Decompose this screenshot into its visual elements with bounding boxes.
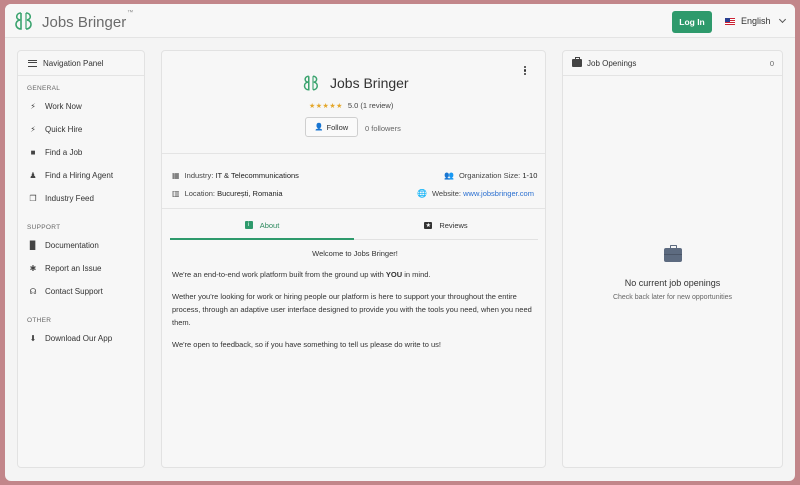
language-label: English	[741, 16, 771, 26]
menu-icon	[28, 59, 37, 67]
industry-info: ▦ Industry: IT & Telecommunications	[172, 171, 299, 180]
logo[interactable]: Jobs Bringer ™	[13, 10, 133, 32]
more-options-icon[interactable]	[524, 65, 528, 76]
app-window: Jobs Bringer ™ Log In English Navigation…	[5, 4, 795, 481]
active-tab-indicator	[170, 238, 354, 240]
sidebar-item-find-hiring-agent[interactable]: ♟ Find a Hiring Agent	[18, 164, 144, 187]
navigation-panel-title: Navigation Panel	[43, 58, 104, 68]
top-bar: Jobs Bringer ™ Log In English	[5, 4, 795, 38]
section-label-other: OTHER	[27, 317, 52, 324]
location-value: București, Romania	[217, 189, 283, 198]
website-label: Website:	[431, 189, 462, 198]
industry-value: IT & Telecommunications	[215, 171, 299, 180]
company-rating: ★★★★★ 5.0 (1 review)	[309, 101, 393, 110]
company-header: Jobs Bringer	[302, 73, 409, 93]
tab-reviews-label: Reviews	[439, 220, 468, 230]
followers-count: 0 followers	[365, 124, 401, 133]
info-icon: i	[244, 221, 253, 229]
profile-tabs: i About ★ Reviews	[170, 212, 538, 238]
sidebar-item-work-now[interactable]: ⚡ Work Now	[18, 95, 144, 118]
job-openings-card: Job Openings 0 No current job openings C…	[562, 50, 783, 468]
headset-icon: ☊	[29, 287, 37, 296]
person-icon: ♟	[29, 171, 37, 180]
about-content: Welcome to Jobs Bringer! We're an end-to…	[172, 247, 538, 360]
review-icon: ★	[424, 221, 433, 229]
about-welcome: Welcome to Jobs Bringer!	[312, 249, 398, 258]
sidebar-item-industry-feed[interactable]: ❐ Industry Feed	[18, 187, 144, 210]
sidebar-item-documentation[interactable]: ▉ Documentation	[18, 234, 144, 257]
organization-size-value: 1-10	[522, 171, 538, 180]
tab-about-label: About	[259, 220, 280, 230]
company-name: Jobs Bringer	[330, 75, 409, 91]
sidebar-item-label: Work Now	[45, 102, 82, 111]
sidebar-item-quick-hire[interactable]: ⚡ Quick Hire	[18, 118, 144, 141]
tab-about[interactable]: i About	[170, 212, 354, 238]
sidebar-item-label: Industry Feed	[45, 194, 94, 203]
organization-size-info: 👥 Organization Size: 1-10	[444, 171, 537, 180]
login-button[interactable]: Log In	[672, 11, 712, 33]
empty-state-title: No current job openings	[624, 278, 721, 288]
section-label-general: GENERAL	[27, 85, 61, 92]
us-flag-icon	[725, 17, 735, 25]
job-openings-header: Job Openings 0	[563, 51, 782, 76]
sidebar-item-label: Find a Job	[45, 148, 83, 157]
divider	[162, 208, 545, 209]
website-info: 🌐 Website: www.jobsbringer.com	[417, 189, 534, 198]
logo-icon	[15, 12, 32, 30]
bolt-icon: ⚡	[30, 102, 36, 111]
job-openings-title: Job Openings	[587, 58, 637, 68]
globe-icon: 🌐	[417, 189, 427, 198]
organization-size-label: Organization Size:	[458, 171, 521, 180]
add-person-icon: 👤	[314, 124, 324, 131]
about-paragraph-2: Wether you're looking for work or hiring…	[172, 292, 532, 327]
follow-button-label: Follow	[326, 122, 349, 132]
sidebar-item-label: Find a Hiring Agent	[45, 171, 114, 180]
follow-button[interactable]: 👤 Follow	[305, 117, 358, 137]
industry-label: Industry:	[184, 171, 214, 180]
company-logo-icon	[303, 75, 318, 91]
website-link[interactable]: www.jobsbringer.com	[463, 189, 534, 198]
job-openings-count: 0	[769, 59, 774, 68]
sidebar-item-contact-support[interactable]: ☊ Contact Support	[18, 280, 144, 303]
sidebar-item-label: Documentation	[45, 241, 99, 250]
bolt-icon: ⚡	[30, 125, 36, 134]
about-paragraph-1: We're an end-to-end work platform built …	[172, 270, 431, 279]
tab-reviews[interactable]: ★ Reviews	[354, 212, 538, 238]
section-label-support: SUPPORT	[27, 224, 61, 231]
location-building-icon: ▥	[172, 189, 180, 198]
about-paragraph-3: We're open to feedback, so if you have s…	[172, 340, 441, 349]
company-profile-card: Jobs Bringer ★★★★★ 5.0 (1 review) 👤 Foll…	[161, 50, 546, 468]
divider	[162, 153, 545, 154]
sidebar-item-label: Quick Hire	[45, 125, 83, 134]
star-rating-icon: ★★★★★	[309, 102, 343, 110]
logo-text: Jobs Bringer	[42, 14, 127, 31]
empty-briefcase-icon	[664, 245, 682, 262]
sidebar-item-download-app[interactable]: ⬇ Download Our App	[18, 327, 144, 350]
location-info: ▥ Location: București, Romania	[172, 189, 283, 198]
rating-text[interactable]: 5.0 (1 review)	[348, 101, 393, 110]
sidebar-item-label: Contact Support	[45, 287, 103, 296]
people-icon: 👥	[444, 171, 454, 180]
logo-trademark: ™	[127, 10, 134, 16]
empty-state-subtitle: Check back later for new opportunities	[612, 294, 733, 301]
language-selector[interactable]: English	[725, 15, 786, 26]
location-label: Location:	[184, 189, 216, 198]
sidebar-item-label: Download Our App	[45, 334, 113, 343]
building-icon: ▦	[172, 171, 180, 180]
feed-icon: ❐	[29, 194, 37, 203]
sidebar-item-find-a-job[interactable]: ■ Find a Job	[18, 141, 144, 164]
sidebar-item-label: Report an Issue	[45, 264, 102, 273]
book-icon: ▉	[29, 241, 37, 250]
chevron-down-icon	[778, 15, 786, 24]
briefcase-icon	[572, 57, 582, 67]
navigation-panel: Navigation Panel GENERAL ⚡ Work Now ⚡ Qu…	[17, 50, 145, 468]
briefcase-icon: ■	[30, 148, 36, 157]
sidebar-item-report-issue[interactable]: ✱ Report an Issue	[18, 257, 144, 280]
download-icon: ⬇	[29, 334, 37, 343]
navigation-panel-header: Navigation Panel	[18, 51, 144, 76]
bug-icon: ✱	[29, 264, 37, 273]
